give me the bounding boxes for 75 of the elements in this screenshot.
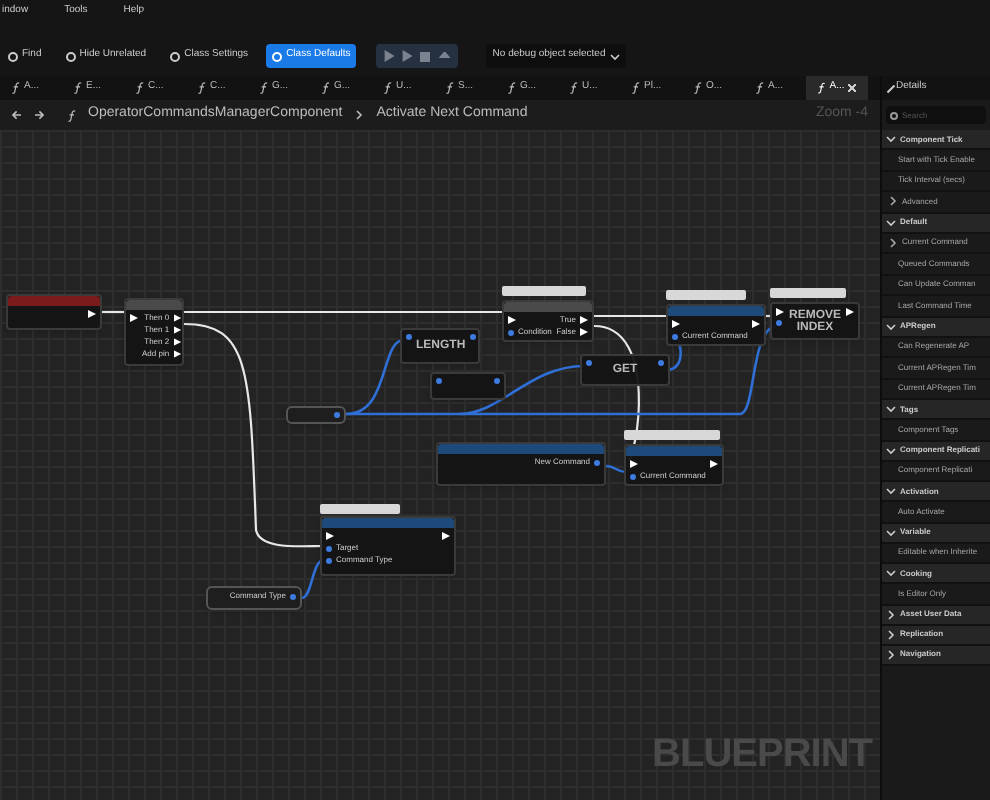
data-pin-icon[interactable] (494, 378, 500, 384)
data-pin-icon[interactable] (290, 593, 296, 599)
exec-pin-icon[interactable] (173, 314, 182, 322)
exec-pin-icon[interactable] (710, 460, 718, 468)
function-icon (570, 82, 578, 94)
node-header (322, 518, 454, 528)
chevron-icon (354, 110, 365, 120)
wire (594, 314, 666, 318)
search-icon (890, 111, 898, 119)
data-pin-icon[interactable] (658, 360, 664, 366)
exec-pin-icon[interactable] (580, 316, 588, 324)
graph-node[interactable] (286, 406, 346, 424)
exec-pin-icon[interactable] (580, 328, 588, 336)
caret-icon (609, 51, 620, 61)
data-pin-icon[interactable] (594, 459, 600, 465)
forward-arrow-icon (34, 110, 44, 120)
data-pin-icon[interactable] (508, 329, 514, 335)
data-pin-icon[interactable] (672, 333, 678, 339)
node-header (504, 302, 592, 312)
exec-pin-icon[interactable] (173, 326, 182, 334)
wire (605, 464, 627, 474)
stop-icon[interactable] (420, 51, 431, 61)
pencil-icon (886, 83, 896, 93)
node-header (668, 306, 764, 316)
function-icon (632, 82, 640, 94)
node-header (126, 300, 182, 310)
wire (102, 310, 124, 314)
function-icon (322, 82, 330, 94)
exec-pin-icon[interactable] (173, 350, 182, 358)
data-pin-icon[interactable] (436, 378, 442, 384)
exec-pin-icon[interactable] (752, 320, 760, 328)
toolbar-icon (272, 51, 283, 61)
exec-pin-icon[interactable] (672, 320, 680, 328)
play-icon[interactable] (384, 50, 395, 62)
exec-pin-icon[interactable] (776, 308, 784, 316)
data-pin-icon[interactable] (406, 334, 412, 340)
function-icon (74, 82, 82, 94)
step-icon[interactable] (402, 50, 413, 62)
exec-pin-icon[interactable] (846, 308, 854, 316)
data-pin-icon[interactable] (326, 557, 332, 563)
function-icon (260, 82, 268, 94)
function-icon (12, 82, 20, 94)
function-icon (384, 82, 392, 94)
data-pin-icon[interactable] (469, 334, 476, 340)
node-header (626, 446, 722, 456)
graph-node[interactable] (6, 294, 102, 330)
exec-pin-icon[interactable] (173, 338, 182, 346)
back-arrow-icon (12, 110, 22, 120)
function-icon (756, 82, 764, 94)
exec-pin-icon[interactable] (130, 314, 138, 322)
node-header (8, 296, 100, 306)
eject-icon[interactable] (438, 51, 451, 61)
function-icon (508, 82, 516, 94)
function-icon (68, 109, 76, 121)
graph-node[interactable] (430, 372, 506, 400)
toolbar-icon (65, 51, 76, 61)
function-icon (694, 82, 702, 94)
exec-pin-icon[interactable] (508, 316, 516, 324)
exec-pin-icon[interactable] (630, 460, 638, 468)
wire (301, 558, 325, 600)
exec-pin-icon[interactable] (326, 532, 334, 540)
data-pin-icon[interactable] (334, 412, 340, 418)
function-icon (446, 82, 454, 94)
exec-pin-icon[interactable] (442, 532, 450, 540)
toolbar-icon (170, 51, 181, 61)
toolbar-icon (8, 51, 18, 61)
function-icon (818, 82, 826, 94)
close-icon[interactable] (848, 84, 856, 92)
function-icon (136, 82, 144, 94)
data-pin-icon[interactable] (630, 473, 636, 479)
data-pin-icon[interactable] (586, 360, 592, 366)
data-pin-icon[interactable] (326, 545, 332, 551)
function-icon (198, 82, 206, 94)
data-pin-icon[interactable] (776, 320, 782, 326)
exec-pin-icon[interactable] (88, 310, 96, 318)
